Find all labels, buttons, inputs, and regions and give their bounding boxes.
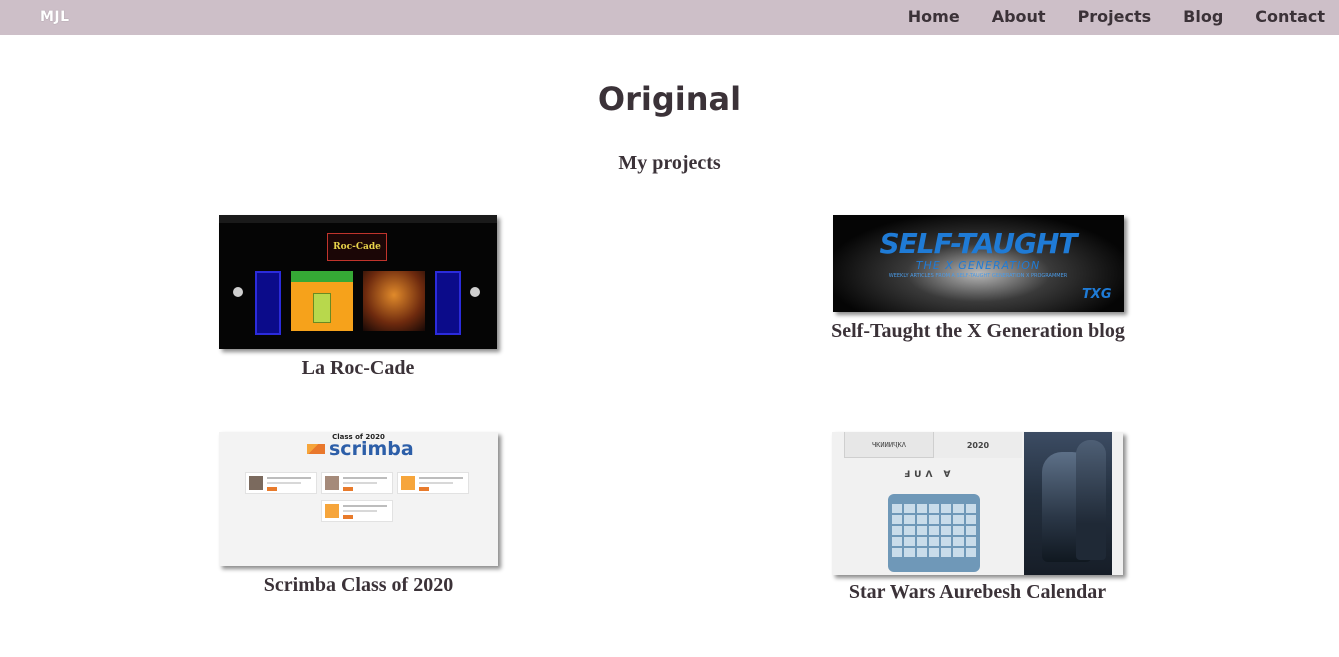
aurebesh-calendar-thumbnail[interactable]: ЧКИИИҶКΛ 2020 ℲUΛ ∀ (832, 432, 1123, 575)
project-caption[interactable]: La Roc-Cade (219, 357, 497, 380)
roc-cade-topbar (219, 215, 497, 223)
scrimba-wordmark: scrimba (329, 438, 414, 460)
self-taught-thumbnail[interactable]: SELF-TAUGHT THE X GENERATION WEEKLY ARTI… (832, 215, 1124, 312)
nav-link-blog[interactable]: Blog (1183, 7, 1223, 26)
txg-badge-icon: TXG (1081, 287, 1112, 302)
student-card (321, 500, 393, 522)
student-card (321, 472, 393, 494)
avatar (325, 476, 339, 490)
student-card (245, 472, 317, 494)
site-logo[interactable]: MJL (40, 9, 70, 25)
snake-game-preview (313, 293, 331, 323)
scrimba-logo-icon (307, 444, 325, 454)
page-title: Original (597, 80, 742, 118)
project-caption[interactable]: Star Wars Aurebesh Calendar (832, 581, 1123, 604)
nav-link-home[interactable]: Home (908, 7, 960, 26)
nav-link-contact[interactable]: Contact (1255, 7, 1325, 26)
aurebesh-month: ℲUΛ ∀ (904, 470, 955, 480)
page-subtitle: My projects (618, 152, 721, 174)
pacman-maze-right (435, 271, 461, 335)
navbar: MJL Home About Projects Blog Contact (0, 0, 1339, 35)
calendar-grid (888, 494, 980, 572)
avatar (249, 476, 263, 490)
scrimba-thumbnail[interactable]: Class of 2020 scrimba (219, 432, 498, 566)
fire-game-card (363, 271, 425, 331)
avatar (401, 476, 415, 490)
carousel-left-icon (233, 287, 243, 297)
snake-game-card-header (291, 271, 353, 282)
year-tab: 2020 (934, 432, 1022, 458)
self-taught-banner-title: SELF-TAUGHT (879, 227, 1078, 260)
student-card (397, 472, 469, 494)
snake-game-card (291, 271, 353, 331)
project-caption[interactable]: Scrimba Class of 2020 (219, 574, 498, 597)
aurebesh-tab: ЧКИИИҶКΛ (844, 432, 934, 458)
avatar (325, 504, 339, 518)
roc-cade-thumbnail[interactable]: Roc-Cade (219, 215, 497, 349)
project-caption[interactable]: Self-Taught the X Generation blog (826, 320, 1130, 343)
project-aurebesh-calendar[interactable]: ЧКИИИҶКΛ 2020 ℲUΛ ∀ Star Wars Aurebesh C… (832, 432, 1123, 604)
star-wars-poster (1024, 432, 1112, 575)
self-taught-banner-subtitle: THE X GENERATION (915, 259, 1041, 272)
carousel-right-icon (470, 287, 480, 297)
project-self-taught[interactable]: SELF-TAUGHT THE X GENERATION WEEKLY ARTI… (826, 215, 1130, 343)
pacman-maze-left (255, 271, 281, 335)
nav-link-projects[interactable]: Projects (1078, 7, 1152, 26)
project-roc-cade[interactable]: Roc-Cade La Roc-Cade (219, 215, 497, 380)
self-taught-banner-tagline: WEEKLY ARTICLES FROM A SELF-TAUGHT GENER… (888, 273, 1068, 279)
character-figure (1076, 440, 1106, 560)
project-scrimba[interactable]: Class of 2020 scrimba Scrimba Class of 2… (219, 432, 498, 597)
nav-link-about[interactable]: About (992, 7, 1046, 26)
roc-cade-logo: Roc-Cade (327, 233, 387, 261)
nav-links: Home About Projects Blog Contact (876, 7, 1325, 26)
